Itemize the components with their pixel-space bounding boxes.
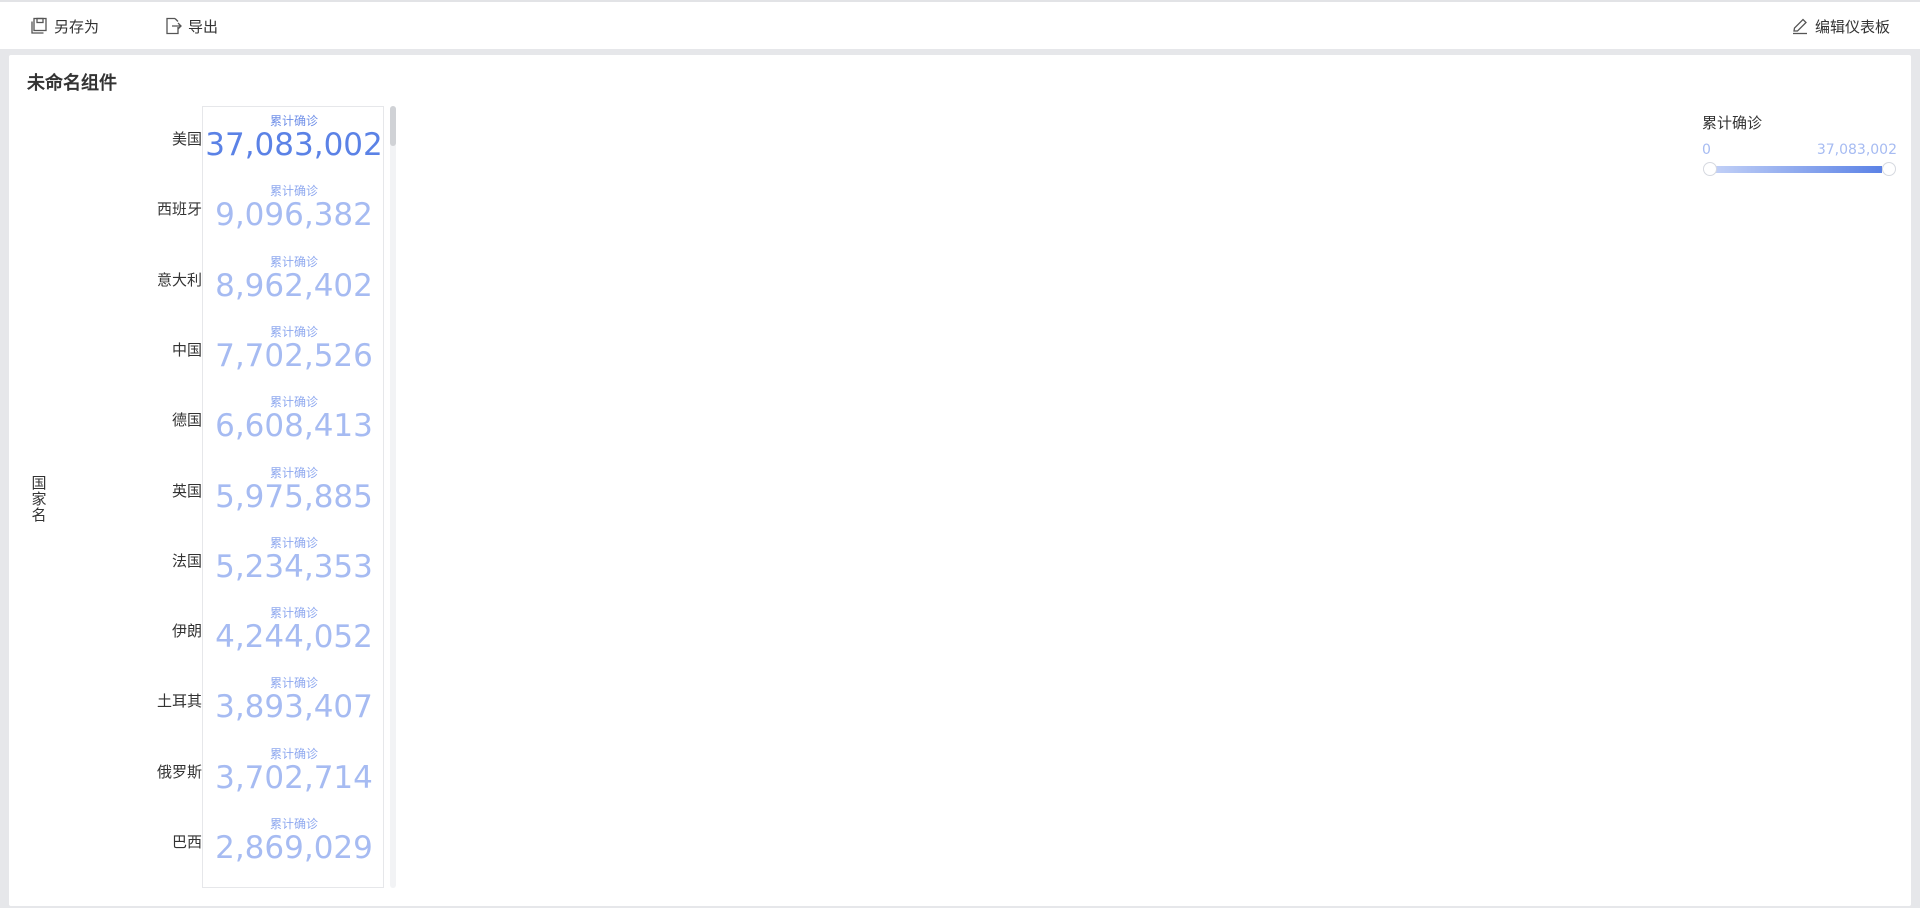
row-label: 英国: [171, 481, 202, 500]
edit-pencil-icon: [1792, 18, 1807, 35]
y-axis-label: 国家名: [31, 474, 47, 524]
kpi-card-subtitle: 累计确诊: [269, 395, 318, 410]
kpi-card-subtitle: 累计确诊: [269, 254, 318, 269]
kpi-card-value: 9,096,382: [215, 197, 373, 234]
save-as-label: 另存为: [54, 17, 100, 36]
kpi-card-subtitle: 累计确诊: [269, 535, 318, 550]
kpi-card-value: 4,244,052: [215, 619, 373, 656]
legend-gradient-bar: [1710, 166, 1882, 173]
export-button[interactable]: 导出: [164, 14, 218, 38]
row-label: 巴西: [171, 833, 202, 851]
export-icon: [166, 17, 182, 35]
kpi-card-subtitle: 累计确诊: [269, 746, 318, 761]
row-label: 德国: [171, 411, 202, 430]
row-label: 土耳其: [156, 692, 202, 711]
export-label: 导出: [188, 17, 219, 36]
row-label: 意大利: [156, 270, 202, 289]
row-label: 俄罗斯: [156, 762, 202, 781]
kpi-card-value: 37,083,002: [205, 127, 383, 163]
kpi-card-value: 3,702,714: [215, 759, 373, 796]
row-label: 法国: [171, 551, 202, 570]
kpi-card-subtitle: 累计确诊: [269, 465, 318, 480]
kpi-card[interactable]: 累计确诊 7,702,526: [203, 325, 385, 373]
row-label: 伊朗: [171, 622, 202, 641]
legend-min-value: 0: [1702, 142, 1711, 158]
row-label: 中国: [171, 340, 202, 359]
kpi-card[interactable]: 累计确诊 2,869,029: [203, 817, 385, 865]
kpi-card-value: 3,893,407: [215, 689, 373, 726]
vertical-scrollbar[interactable]: [390, 106, 396, 888]
legend-range-handle-min[interactable]: [1703, 162, 1717, 176]
kpi-card[interactable]: 累计确诊 3,893,407: [203, 676, 385, 724]
kpi-card[interactable]: 累计确诊 9,096,382: [203, 184, 385, 232]
kpi-card-subtitle: 累计确诊: [269, 676, 318, 691]
kpi-card-subtitle: 累计确诊: [269, 817, 318, 831]
kpi-card[interactable]: 累计确诊 6,608,413: [203, 395, 385, 443]
edit-dashboard-button[interactable]: 编辑仪表板: [1791, 14, 1890, 38]
kpi-card-list: 累计确诊 37,083,002 累计确诊 9,096,382 累计确诊 8,962,402…: [202, 106, 384, 888]
widget-panel: 未命名组件 国家名 美国西班牙意大利中国德国英国法国伊朗土耳其俄罗斯巴西 累计确…: [9, 55, 1911, 906]
dashboard-canvas: 未命名组件 国家名 美国西班牙意大利中国德国英国法国伊朗土耳其俄罗斯巴西 累计确…: [0, 49, 1920, 908]
kpi-card-value: 2,869,029: [215, 830, 373, 866]
widget-title: 未命名组件: [27, 73, 117, 94]
edit-dashboard-label: 编辑仪表板: [1814, 17, 1890, 36]
kpi-card-subtitle: 累计确诊: [269, 606, 318, 621]
kpi-card[interactable]: 累计确诊 5,975,885: [203, 466, 385, 514]
kpi-card[interactable]: 累计确诊 3,702,714: [203, 747, 385, 795]
save-as-button[interactable]: 另存为: [30, 14, 99, 38]
color-legend: 累计确诊 0 37,083,002: [1702, 112, 1897, 182]
top-toolbar: 另存为 导出 编辑仪表板: [0, 0, 1920, 49]
row-label-column: 美国西班牙意大利中国德国英国法国伊朗土耳其俄罗斯巴西: [69, 106, 202, 851]
kpi-card-subtitle: 累计确诊: [269, 114, 318, 128]
kpi-card[interactable]: 累计确诊 5,234,353: [203, 536, 385, 584]
kpi-card-value: 6,608,413: [215, 408, 373, 445]
legend-max-value: 37,083,002: [1816, 142, 1897, 158]
legend-title: 累计确诊: [1702, 114, 1763, 132]
row-label: 西班牙: [156, 200, 202, 219]
kpi-card-value: 7,702,526: [215, 337, 373, 374]
legend-range-handle-max[interactable]: [1882, 162, 1896, 176]
kpi-card[interactable]: 累计确诊 37,083,002: [203, 114, 385, 162]
kpi-card-subtitle: 累计确诊: [269, 324, 318, 339]
save-as-icon: [31, 17, 47, 34]
kpi-card-value: 5,975,885: [215, 478, 373, 515]
scrollbar-thumb[interactable]: [390, 106, 396, 146]
kpi-card[interactable]: 累计确诊 4,244,052: [203, 606, 385, 654]
row-label: 美国: [171, 130, 202, 148]
kpi-card-value: 8,962,402: [215, 267, 373, 304]
kpi-card[interactable]: 累计确诊 8,962,402: [203, 255, 385, 303]
kpi-card-subtitle: 累计确诊: [269, 184, 318, 199]
kpi-card-value: 5,234,353: [215, 548, 373, 585]
